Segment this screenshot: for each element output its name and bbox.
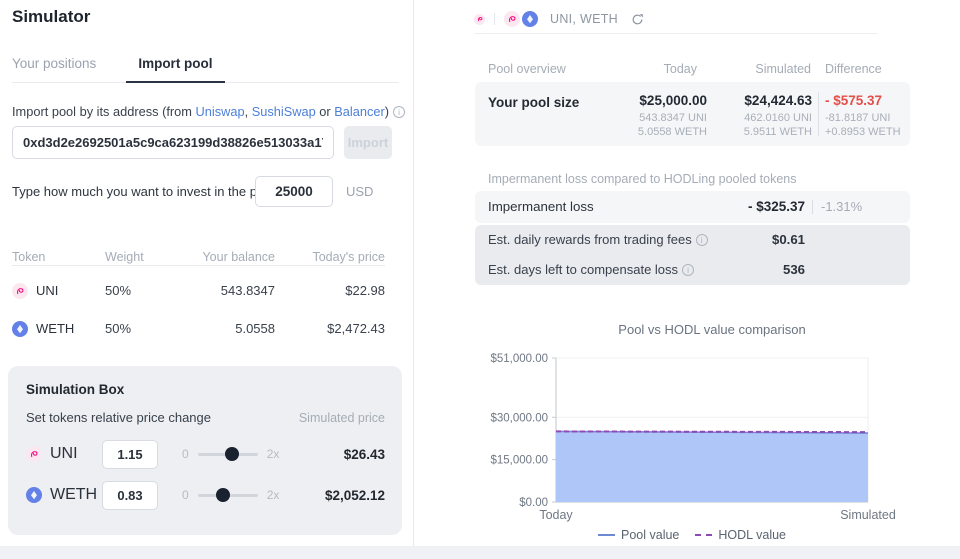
tab-import-pool[interactable]: Import pool — [126, 56, 224, 83]
days-left-row: Est. days left to compensate loss 536 — [488, 255, 897, 285]
sushiswap-link[interactable]: SushiSwap — [252, 104, 316, 119]
simulation-row-weth: WETH 0 2x $2,052.12 — [26, 475, 385, 515]
token-name: UNI — [50, 445, 102, 463]
weth-token-icon — [522, 11, 538, 27]
import-button[interactable]: Import — [344, 126, 392, 159]
token-balance: 5.0558 — [235, 312, 275, 346]
slider-knob[interactable] — [216, 488, 230, 502]
uni-slider[interactable] — [198, 453, 258, 456]
bottom-strip — [0, 546, 960, 559]
token-price: $22.98 — [345, 274, 385, 308]
pool-size-simulated: $24,424.63 462.0160 UNI 5.9511 WETH — [744, 93, 812, 139]
pool-size-label: Your pool size — [488, 95, 579, 110]
token-name: UNI — [36, 274, 58, 308]
impermanent-loss-row: Impermanent loss - $325.37 -1.31% — [475, 191, 910, 223]
uni-token-icon — [26, 446, 42, 462]
slider-min-label: 0 — [182, 447, 189, 461]
pool-address-input[interactable] — [12, 126, 334, 159]
simulator-app: Simulator Your positions Import pool Imp… — [0, 0, 960, 559]
uni-token-icon — [12, 283, 28, 299]
chart-legend: Pool value HODL value — [474, 528, 910, 542]
token-name: WETH — [36, 312, 74, 346]
svg-text:Today: Today — [539, 508, 573, 522]
invest-amount-label: Type how much you want to invest in the … — [12, 184, 274, 199]
currency-label: USD — [346, 184, 373, 199]
slider-max-label: 2x — [267, 488, 280, 502]
token-name: WETH — [50, 486, 102, 504]
table-divider — [12, 265, 385, 266]
pair-label: UNI, WETH — [550, 12, 618, 26]
import-pool-label: Import pool by its address (from Uniswap… — [12, 104, 405, 119]
pool-overview-header: Pool overview — [488, 62, 566, 76]
svg-text:$30,000.00: $30,000.00 — [490, 412, 548, 424]
simulated-price: $2,052.12 — [325, 488, 385, 503]
il-value: - $325.37 — [748, 191, 805, 223]
legend-pool-value: Pool value — [598, 528, 679, 542]
svg-text:$51,000.00: $51,000.00 — [490, 353, 548, 365]
hodl-line-swatch — [695, 534, 712, 536]
column-divider — [818, 92, 819, 136]
daily-rewards-value: $0.61 — [772, 225, 805, 255]
daily-rewards-row: Est. daily rewards from trading fees $0.… — [488, 225, 897, 255]
invest-amount-input[interactable] — [255, 176, 333, 207]
column-divider — [812, 200, 813, 214]
balancer-link[interactable]: Balancer — [334, 104, 385, 119]
uniswap-link[interactable]: Uniswap — [196, 104, 245, 119]
difference-header: Difference — [825, 62, 882, 76]
legend-hodl-value: HODL value — [695, 528, 786, 542]
simulation-box-title: Simulation Box — [26, 382, 124, 397]
section-divider — [474, 33, 878, 34]
weth-token-icon — [12, 321, 28, 337]
pool-size-row: Your pool size $25,000.00 543.8347 UNI 5… — [475, 82, 910, 146]
pool-size-today: $25,000.00 543.8347 UNI 5.0558 WETH — [638, 93, 707, 139]
pool-pair-header: UNI, WETH — [474, 10, 644, 28]
il-percent: -1.31% — [821, 191, 862, 223]
refresh-icon[interactable] — [631, 13, 644, 26]
header-divider — [494, 13, 495, 25]
uni-multiplier-input[interactable] — [102, 440, 158, 469]
simulation-box-subtitle: Set tokens relative price change — [26, 410, 211, 425]
svg-text:Simulated: Simulated — [840, 508, 896, 522]
tabs: Your positions Import pool — [12, 56, 399, 83]
token-price: $2,472.43 — [327, 312, 385, 346]
token-weight: 50% — [105, 312, 131, 346]
token-weight: 50% — [105, 274, 131, 308]
simulation-box: Simulation Box Set tokens relative price… — [8, 366, 402, 535]
slider-min-label: 0 — [182, 488, 189, 502]
token-balance: 543.8347 — [221, 274, 275, 308]
weth-multiplier-input[interactable] — [102, 481, 158, 510]
slider-max-label: 2x — [267, 447, 280, 461]
il-label: Impermanent loss — [488, 191, 594, 223]
pool-vs-hodl-chart: Pool vs HODL value comparison$0.00$15,00… — [474, 318, 910, 524]
il-caption: Impermanent loss compared to HODLing poo… — [488, 172, 797, 186]
token-table-header: Token Weight Your balance Today's price — [12, 240, 385, 274]
svg-text:$15,000.00: $15,000.00 — [490, 455, 548, 467]
uni-token-icon — [504, 11, 520, 27]
table-row: WETH 50% 5.0558 $2,472.43 — [12, 312, 385, 346]
tab-your-positions[interactable]: Your positions — [12, 56, 96, 82]
info-icon[interactable] — [696, 234, 708, 246]
left-panel: Simulator Your positions Import pool Imp… — [0, 0, 413, 546]
info-icon[interactable] — [393, 106, 405, 118]
today-header: Today — [664, 62, 697, 76]
info-icon[interactable] — [682, 264, 694, 276]
panel-divider — [413, 0, 414, 546]
table-row: UNI 50% 543.8347 $22.98 — [12, 274, 385, 308]
svg-text:Pool vs HODL value comparison: Pool vs HODL value comparison — [618, 322, 805, 337]
simulation-row-uni: UNI 0 2x $26.43 — [26, 434, 385, 474]
simulated-price-header: Simulated price — [299, 411, 385, 425]
uni-token-icon — [474, 14, 485, 25]
simulated-price: $26.43 — [344, 447, 385, 462]
days-left-value: 536 — [783, 255, 805, 285]
pool-line-swatch — [598, 534, 615, 536]
simulated-header: Simulated — [755, 62, 811, 76]
weth-slider[interactable] — [198, 494, 258, 497]
slider-knob[interactable] — [225, 447, 239, 461]
il-details-box: Est. daily rewards from trading fees $0.… — [475, 225, 910, 285]
weth-token-icon — [26, 487, 42, 503]
page-title: Simulator — [12, 7, 90, 27]
pool-size-difference: - $575.37 -81.8187 UNI +0.8953 WETH — [825, 93, 901, 139]
